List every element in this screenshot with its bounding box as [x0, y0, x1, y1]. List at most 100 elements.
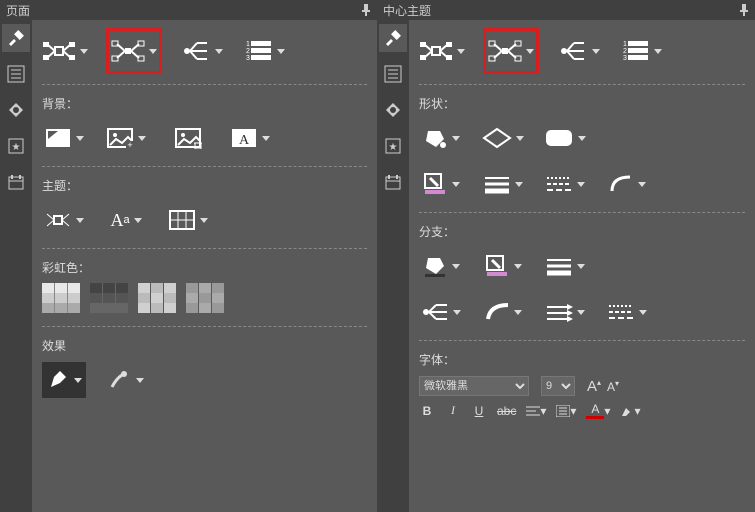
chevron-down-icon: [514, 310, 522, 315]
branch-border-btn[interactable]: [481, 248, 525, 284]
bg-font-btn[interactable]: A: [228, 120, 272, 156]
chevron-down-icon: [453, 310, 461, 315]
tab-calendar[interactable]: [2, 168, 30, 196]
effect-pen-btn[interactable]: [42, 362, 86, 398]
font-color-btn[interactable]: A▾: [586, 402, 610, 419]
bg-color-btn[interactable]: [42, 120, 86, 156]
svg-text:+: +: [127, 140, 132, 149]
bold-btn[interactable]: B: [419, 404, 435, 418]
bg-remove-btn[interactable]: [166, 120, 210, 156]
layout-radial-btn-selected[interactable]: [483, 28, 539, 74]
chevron-down-icon: [452, 182, 460, 187]
chevron-down-icon: [452, 264, 460, 269]
branch-width-btn[interactable]: [543, 248, 587, 284]
layout-map-btn[interactable]: [419, 33, 465, 69]
label-background: 背景：: [42, 95, 367, 112]
tab-calendar[interactable]: [379, 168, 407, 196]
svg-text:1: 1: [246, 41, 250, 48]
divider: [419, 212, 745, 213]
svg-text:2: 2: [623, 48, 627, 55]
border-dash-btn[interactable]: [543, 166, 587, 202]
body-right: ★ 123: [377, 20, 755, 512]
tab-list[interactable]: [379, 60, 407, 88]
chevron-down-icon: [577, 182, 585, 187]
layout-radial-btn-selected[interactable]: [106, 28, 162, 74]
chevron-down-icon: [149, 49, 157, 54]
chevron-down-icon: [452, 136, 460, 141]
rainbow-2[interactable]: [90, 284, 128, 312]
theme-font-btn[interactable]: Aa: [104, 202, 148, 238]
theme-layout-btn[interactable]: [42, 202, 86, 238]
underline-btn[interactable]: U: [471, 404, 487, 418]
font-row: 微软雅黑 9 A▴ A▾: [419, 376, 745, 396]
title-right: 中心主题: [383, 2, 431, 19]
font-shrink-btn[interactable]: A▾: [607, 379, 619, 394]
layout-map-btn[interactable]: [42, 33, 88, 69]
pin-icon[interactable]: [361, 4, 371, 16]
divider: [42, 166, 367, 167]
italic-btn[interactable]: I: [445, 403, 461, 418]
shape-row2: [419, 166, 745, 202]
branch-style-btn[interactable]: [419, 294, 463, 330]
svg-text:1: 1: [623, 41, 627, 48]
font-grow-btn[interactable]: A▴: [587, 378, 601, 395]
strike-btn[interactable]: abc: [497, 404, 516, 418]
body-left: ★ 123: [0, 20, 377, 512]
branch-arrow-btn[interactable]: [543, 294, 587, 330]
layout-numlist-btn[interactable]: 123: [619, 33, 663, 69]
branch-fill-btn[interactable]: [419, 248, 463, 284]
format-row: B I U abc ▾ ▾ A▾ ▾: [419, 402, 745, 419]
highlight-btn[interactable]: ▾: [620, 404, 640, 418]
list-btn[interactable]: ▾: [556, 404, 576, 418]
tab-star[interactable]: ★: [379, 132, 407, 160]
chevron-down-icon: [639, 310, 647, 315]
border-width-btn[interactable]: [481, 166, 525, 202]
effect-brush-btn[interactable]: [104, 362, 148, 398]
sidetabs-right: ★: [377, 20, 409, 512]
panel-topic: 中心主题 ★: [377, 0, 755, 512]
fill-color-btn[interactable]: [419, 120, 463, 156]
tab-paint[interactable]: [379, 96, 407, 124]
theme-palette-btn[interactable]: [166, 202, 210, 238]
layout-numlist-btn[interactable]: 123: [242, 33, 286, 69]
layout-row: 123: [42, 28, 367, 74]
tab-brush[interactable]: [2, 24, 30, 52]
layout-tree-btn[interactable]: [557, 33, 601, 69]
tab-star[interactable]: ★: [2, 132, 30, 160]
shape-row1: [419, 120, 745, 156]
divider: [419, 340, 745, 341]
rainbow-3[interactable]: [138, 284, 176, 312]
label-shape: 形状：: [419, 95, 745, 112]
tab-paint[interactable]: [2, 96, 30, 124]
rainbow-4[interactable]: [186, 284, 224, 312]
branch-curve-btn[interactable]: [481, 294, 525, 330]
tab-list[interactable]: [2, 60, 30, 88]
chevron-down-icon: [134, 218, 142, 223]
titlebar-right: 中心主题: [377, 0, 755, 20]
font-family-select[interactable]: 微软雅黑: [419, 376, 529, 396]
chevron-down-icon: [577, 310, 585, 315]
border-color-btn[interactable]: [419, 166, 463, 202]
label-theme: 主题：: [42, 177, 367, 194]
background-row: + A: [42, 120, 367, 156]
bg-image-btn[interactable]: +: [104, 120, 148, 156]
chevron-down-icon: [200, 218, 208, 223]
rainbow-1[interactable]: [42, 284, 80, 312]
branch-dash-btn[interactable]: [605, 294, 649, 330]
tab-brush[interactable]: [379, 24, 407, 52]
font-size-select[interactable]: 9: [541, 376, 575, 396]
titlebar-left: 页面: [0, 0, 377, 20]
corner-btn[interactable]: [605, 166, 649, 202]
align-btn[interactable]: ▾: [526, 404, 546, 418]
svg-text:★: ★: [12, 142, 21, 153]
layout-tree-btn[interactable]: [180, 33, 224, 69]
svg-text:★: ★: [389, 142, 398, 153]
content-left: 123 背景： + A 主题： Aa 彩虹色: [32, 20, 377, 512]
chevron-down-icon: [138, 136, 146, 141]
shape-diamond-btn[interactable]: [481, 120, 525, 156]
shape-roundrect-btn[interactable]: [543, 120, 587, 156]
rainbow-row: [42, 284, 367, 312]
pin-icon[interactable]: [739, 4, 749, 16]
svg-text:3: 3: [246, 55, 250, 62]
chevron-down-icon: [526, 49, 534, 54]
